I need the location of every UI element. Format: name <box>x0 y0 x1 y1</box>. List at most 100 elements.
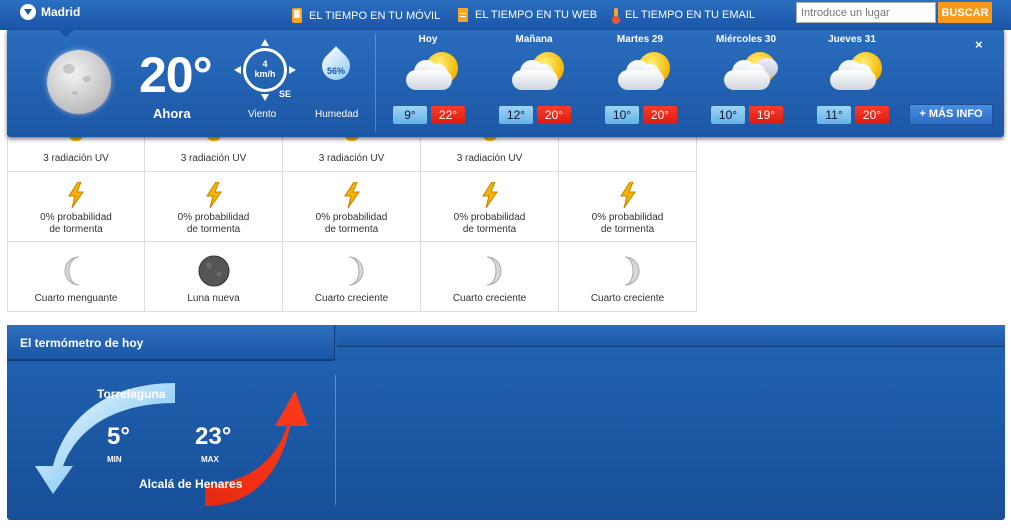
moon-phase-cell: Luna nueva <box>145 242 283 312</box>
moon-phase-cell: Cuarto menguante <box>7 242 145 312</box>
wind-speed: 4 <box>262 59 268 69</box>
waxing-moon-icon <box>335 254 369 288</box>
waxing-moon-icon <box>473 254 507 288</box>
forecast-max: 20° <box>537 106 571 124</box>
thermometer-divider <box>335 375 336 505</box>
uv-cell: 3 radiación UV <box>145 135 283 172</box>
thermometer-header-bar <box>337 325 1005 347</box>
storm-label: de tormenta <box>49 224 103 235</box>
uv-text: 3 radiación UV <box>180 153 247 164</box>
storm-label: de tormenta <box>324 224 379 235</box>
city-tab-notch <box>56 28 76 37</box>
lightning-icon <box>481 181 499 209</box>
moon-icon <box>47 50 111 114</box>
lightning-icon <box>205 181 223 209</box>
uv-cell: 3 radiación UV <box>421 135 559 172</box>
storm-probability: 0% probabilidad <box>453 212 526 223</box>
thermometer-icon <box>612 8 620 24</box>
link-email[interactable]: EL TIEMPO EN TU EMAIL <box>612 8 755 24</box>
uv-text: 3 radiación UV <box>318 153 385 164</box>
more-info-button[interactable]: + MÁS INFO <box>909 104 993 125</box>
lightning-icon <box>619 181 637 209</box>
moon-phase-label: Cuarto creciente <box>590 293 665 304</box>
max-label: MAX <box>201 455 219 464</box>
link-mobile[interactable]: EL TIEMPO EN TU MÓVIL <box>292 8 440 23</box>
forecast-day-name: Miércoles 30 <box>715 34 777 45</box>
forecast-day[interactable]: Miércoles 30 10° 19° <box>693 30 799 137</box>
moon-phase-label: Cuarto menguante <box>34 293 118 304</box>
storm-probability: 0% probabilidad <box>591 212 664 223</box>
details-grid: 3 radiación UV 3 radiación UV 3 radiació… <box>7 135 697 312</box>
moon-phase-label: Cuarto creciente <box>452 293 527 304</box>
storm-cell: 0% probabilidad de tormenta <box>421 172 559 242</box>
uv-cell: 3 radiación UV <box>283 135 421 172</box>
min-location: Alcalá de Henares <box>139 477 243 491</box>
forecast-day-name: Hoy <box>418 34 438 45</box>
max-location: Torrelaguna <box>97 387 166 401</box>
city-selector[interactable]: Madrid <box>20 4 80 20</box>
new-moon-icon <box>197 254 231 288</box>
close-icon[interactable]: × <box>975 37 983 52</box>
uv-cell: 3 radiación UV <box>7 135 145 172</box>
forecast-day[interactable]: Martes 29 10° 20° <box>587 30 693 137</box>
storm-probability: 0% probabilidad <box>315 212 388 223</box>
forecast-min: 10° <box>711 106 745 124</box>
forecast-day-name: Jueves 31 <box>828 34 876 45</box>
partly-cloudy-icon <box>614 48 674 94</box>
forecast-day[interactable]: Hoy 9° 22° <box>375 30 481 137</box>
forecast-day[interactable]: Jueves 31 11° 20° <box>799 30 905 137</box>
forecast-day-name: Mañana <box>515 34 553 45</box>
city-name: Madrid <box>41 5 81 19</box>
uv-cell <box>559 137 697 172</box>
thermometer-section: El termómetro de hoy Torrelaguna 5° MIN … <box>7 325 1005 520</box>
forecast-max: 20° <box>643 106 677 124</box>
storm-cell: 0% probabilidad de tormenta <box>283 172 421 242</box>
link-mobile-label: EL TIEMPO EN TU MÓVIL <box>309 9 441 22</box>
temperature-arrows-icon <box>35 383 308 506</box>
storm-probability: 0% probabilidad <box>177 212 250 223</box>
forecast-day[interactable]: Mañana 12° 20° <box>481 30 587 137</box>
weather-panel: 20° Ahora 4 km/h SE Viento 56% Humedad Ho… <box>7 30 1004 137</box>
moon-phase-cell: Cuarto creciente <box>283 242 421 312</box>
moon-phase-cell: Cuarto creciente <box>559 242 697 312</box>
storm-label: de tormenta <box>186 224 241 235</box>
wind-label: Viento <box>248 109 277 120</box>
forecast-min: 9° <box>393 106 427 124</box>
search-input[interactable] <box>796 2 936 23</box>
chevron-down-icon[interactable] <box>20 4 36 20</box>
forecast-min: 10° <box>605 106 639 124</box>
current-label: Ahora <box>153 106 191 121</box>
waxing-moon-icon <box>611 254 645 288</box>
top-bar: Madrid EL TIEMPO EN TU MÓVIL EL TIEMPO E… <box>0 0 1011 30</box>
moon-phase-cell: Cuarto creciente <box>421 242 559 312</box>
moon-phase-label: Luna nueva <box>187 293 240 304</box>
forecast-max: 20° <box>855 106 889 124</box>
web-icon <box>458 8 468 22</box>
storm-cell: 0% probabilidad de tormenta <box>559 172 697 242</box>
lightning-icon <box>67 181 85 209</box>
link-web[interactable]: EL TIEMPO EN TU WEB <box>458 8 597 22</box>
forecast-max: 19° <box>749 106 783 124</box>
storm-label: de tormenta <box>462 224 517 235</box>
storm-cell: 0% probabilidad de tormenta <box>7 172 145 242</box>
wind-direction: SE <box>279 89 292 99</box>
partly-cloudy-icon <box>826 48 886 94</box>
forecast-min: 12° <box>499 106 533 124</box>
storm-cell: 0% probabilidad de tormenta <box>145 172 283 242</box>
min-label: MIN <box>107 455 122 464</box>
forecast-day-name: Martes 29 <box>616 34 664 45</box>
humidity-drop-icon: 56% <box>316 44 356 86</box>
thermometer-header: El termómetro de hoy <box>7 325 335 361</box>
max-temperature: 23° <box>195 423 232 450</box>
current-temperature: 20° <box>139 47 213 103</box>
forecast-min: 11° <box>817 106 851 124</box>
uv-text: 3 radiación UV <box>456 153 523 164</box>
cloudy-icon <box>720 48 780 94</box>
link-web-label: EL TIEMPO EN TU WEB <box>475 9 598 21</box>
partly-cloudy-icon <box>402 48 462 94</box>
humidity-label: Humedad <box>315 109 359 120</box>
search-button[interactable]: BUSCAR <box>938 2 992 23</box>
thermometer-title: El termómetro de hoy <box>20 336 144 350</box>
forecast-max: 22° <box>431 106 465 124</box>
phone-icon <box>292 8 302 23</box>
